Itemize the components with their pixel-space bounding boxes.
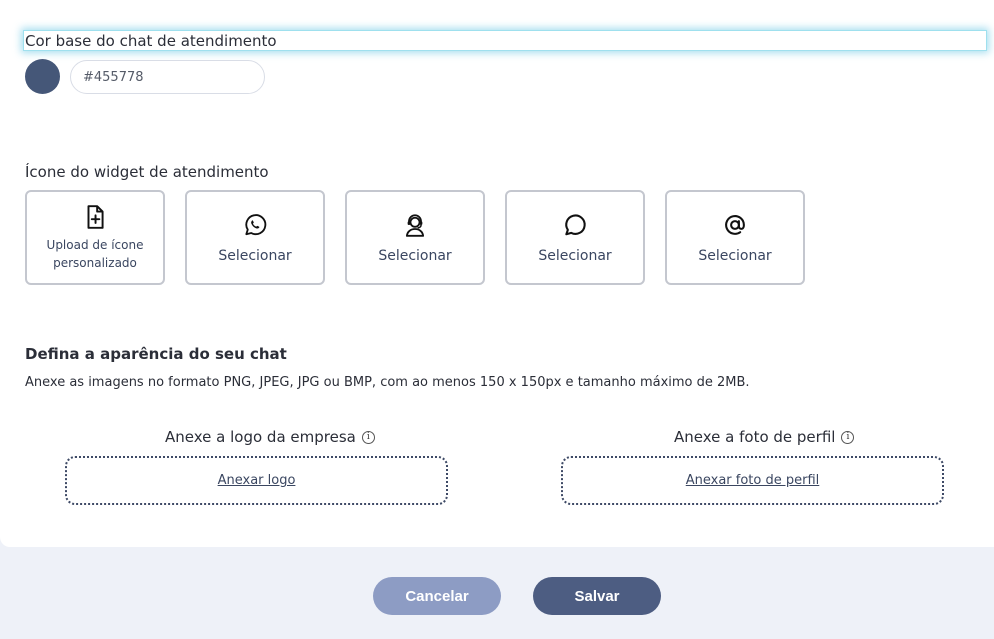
chat-bubble-icon-option[interactable]: Selecionar xyxy=(505,190,645,285)
profile-upload-label: Anexe a foto de perfil i xyxy=(674,428,855,446)
base-color-title: Cor base do chat de atendimento xyxy=(25,32,277,50)
appearance-hint: Anexe as imagens no formato PNG, JPEG, J… xyxy=(25,375,750,390)
at-sign-option-label: Selecionar xyxy=(698,247,772,264)
cancel-button[interactable]: Cancelar xyxy=(373,577,501,615)
chat-bubble-icon xyxy=(565,213,586,235)
info-icon[interactable]: i xyxy=(841,430,855,444)
logo-upload-label: Anexe a logo da empresa i xyxy=(165,428,375,446)
appearance-title: Defina a aparência do seu chat xyxy=(25,345,287,363)
info-icon[interactable]: i xyxy=(361,430,375,444)
save-button[interactable]: Salvar xyxy=(533,577,661,615)
whatsapp-icon xyxy=(245,213,267,235)
attach-logo-link[interactable]: Anexar logo xyxy=(218,473,296,488)
logo-upload-label-text: Anexe a logo da empresa xyxy=(165,428,356,446)
at-sign-icon xyxy=(725,214,745,235)
upload-option-label: Upload de ícone personalizado xyxy=(47,236,144,272)
upload-option-label-line2: personalizado xyxy=(53,255,137,270)
widget-icon-title: Ícone do widget de atendimento xyxy=(25,163,269,181)
hex-color-input[interactable] xyxy=(70,60,265,94)
headset-option-label: Selecionar xyxy=(378,247,452,264)
upload-option-label-line1: Upload de ícone xyxy=(46,237,144,252)
attach-profile-photo-link[interactable]: Anexar foto de perfil xyxy=(686,473,820,488)
headset-agent-icon xyxy=(405,213,425,237)
chat-bubble-option-label: Selecionar xyxy=(538,247,612,264)
upload-icon-option[interactable]: Upload de ícone personalizado xyxy=(25,190,165,285)
at-sign-icon-option[interactable]: Selecionar xyxy=(665,190,805,285)
settings-card: Cor base do chat de atendimento Ícone do… xyxy=(0,0,994,547)
profile-upload-label-text: Anexe a foto de perfil xyxy=(674,428,836,446)
headset-icon-option[interactable]: Selecionar xyxy=(345,190,485,285)
whatsapp-icon-option[interactable]: Selecionar xyxy=(185,190,325,285)
base-color-title-bar: Cor base do chat de atendimento xyxy=(23,30,987,51)
file-plus-icon xyxy=(87,204,104,229)
profile-dropzone[interactable]: Anexar foto de perfil xyxy=(561,456,944,505)
color-swatch[interactable] xyxy=(25,59,60,94)
logo-dropzone[interactable]: Anexar logo xyxy=(65,456,448,505)
whatsapp-option-label: Selecionar xyxy=(218,247,292,264)
